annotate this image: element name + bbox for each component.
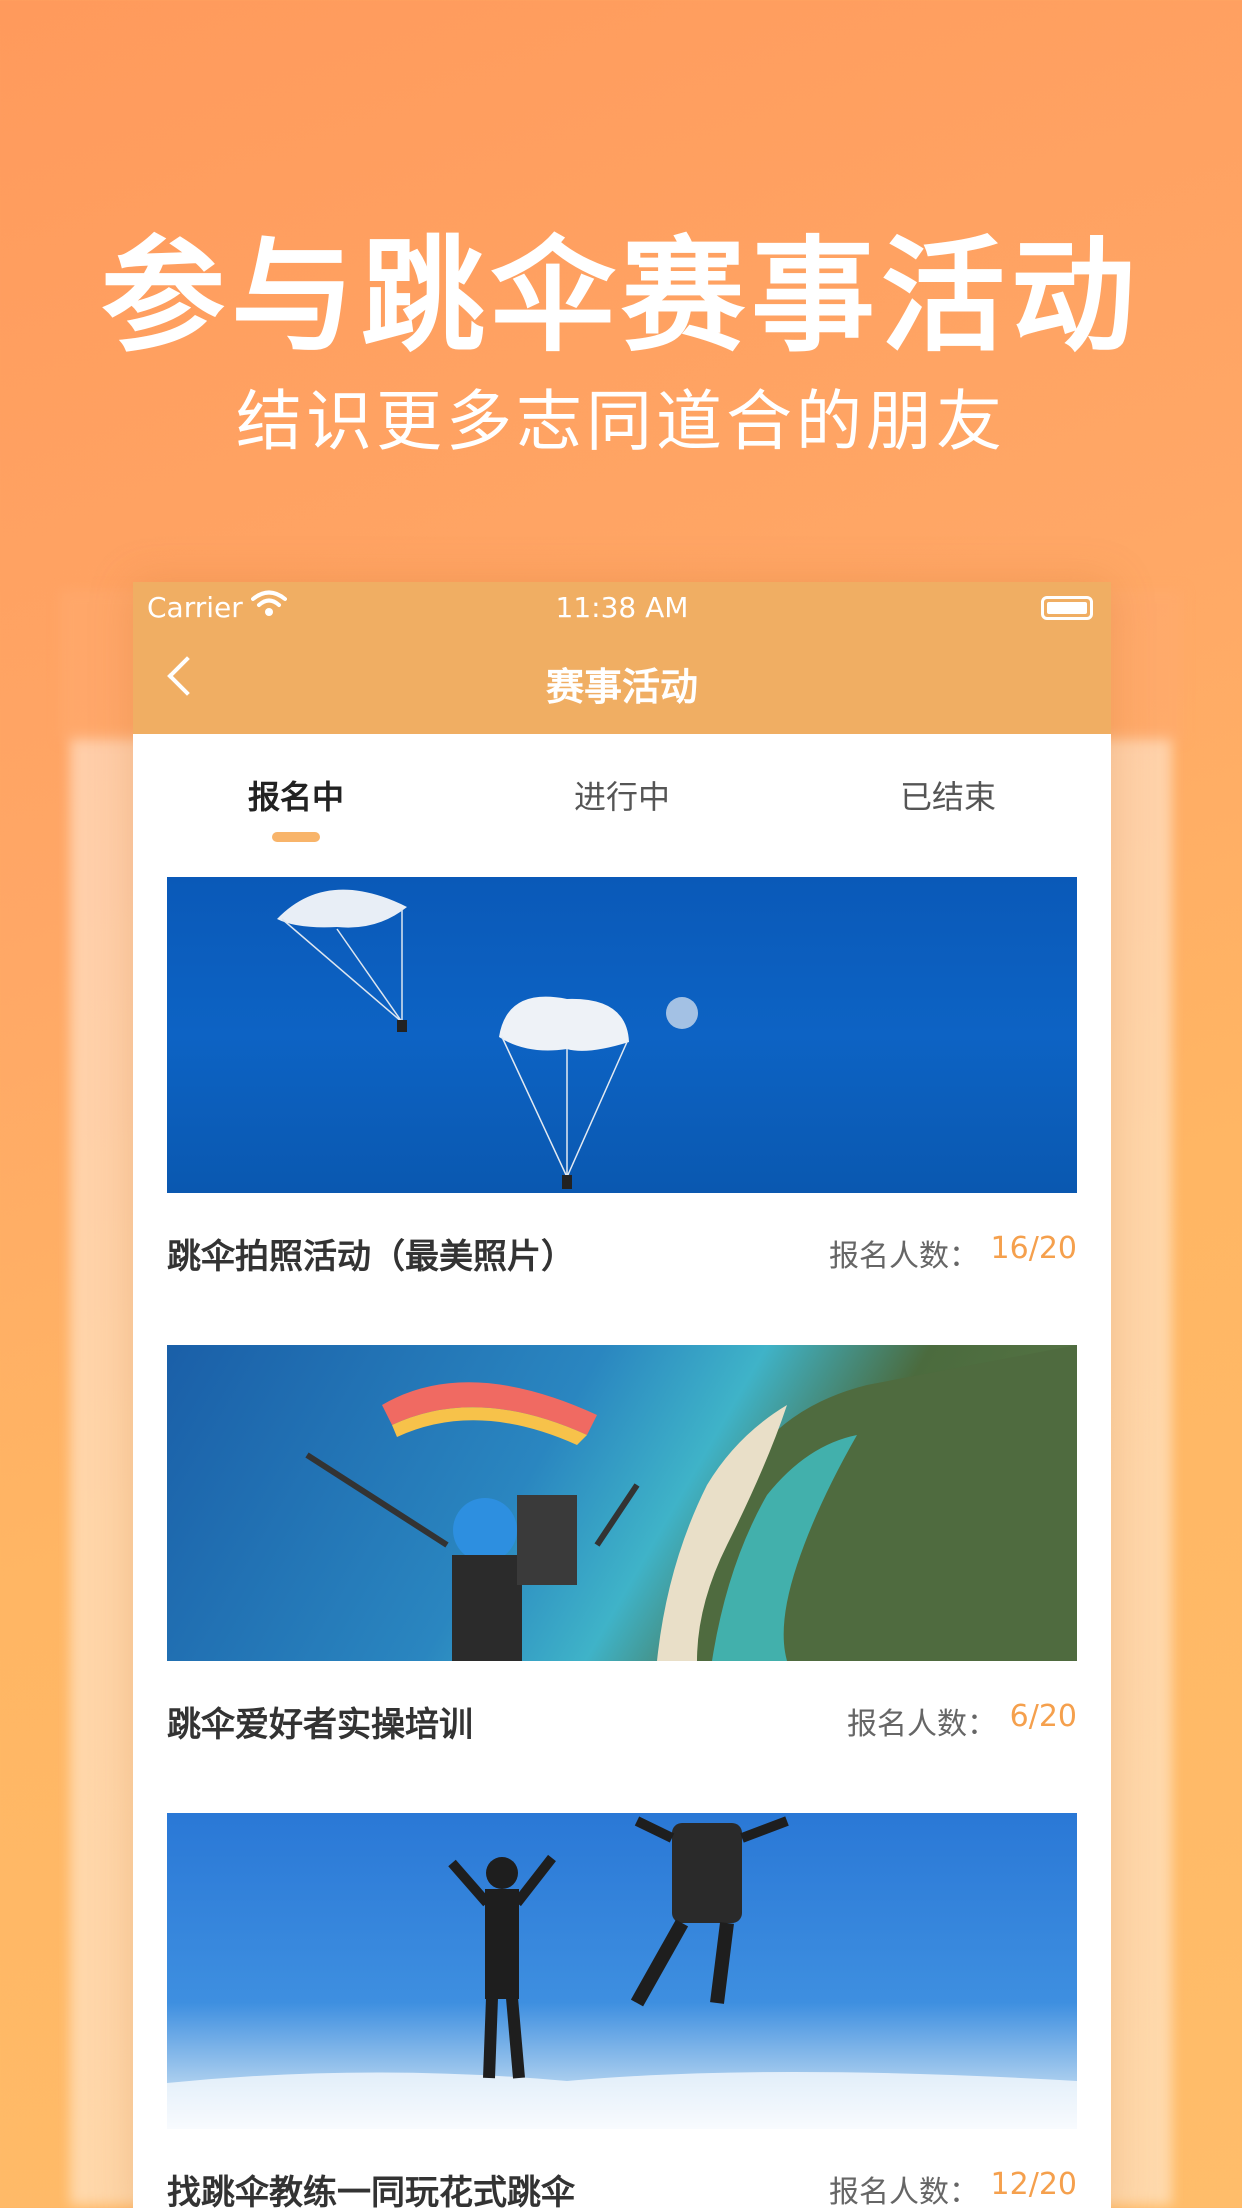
event-title: 跳伞拍照活动（最美照片） [167,1237,575,1277]
tab-ended[interactable]: 已结束 [785,772,1111,818]
event-image [167,877,1077,1193]
navigation-bar: Carrier 11:38 AM 赛事活动 [133,582,1111,734]
event-card[interactable]: 跳伞拍照活动（最美照片） 报名人数： 16/20 [167,877,1077,1303]
event-image [167,1345,1077,1661]
page-title: 赛事活动 [545,665,698,709]
event-title: 找跳伞教练一同玩花式跳伞 [167,2173,575,2208]
battery-icon [1041,596,1093,620]
hero-title: 参与跳伞赛事活动 [100,225,1141,369]
event-image [167,1813,1077,2129]
phone-screen: Carrier 11:38 AM 赛事活动 报名中 进行中 已结束 跳伞拍照活动… [133,582,1111,2208]
status-bar: Carrier 11:38 AM [133,582,1111,632]
event-count: 12/20 [990,2167,1077,2202]
event-card[interactable]: 跳伞爱好者实操培训 报名人数： 6/20 [167,1345,1077,1771]
event-count: 16/20 [990,1231,1077,1266]
status-time: 11:38 AM [555,591,689,624]
event-count-label: 报名人数： [829,1239,979,1274]
event-title: 跳伞爱好者实操培训 [167,1705,473,1745]
active-tab-indicator [272,832,320,842]
hero-subtitle: 结识更多志同道合的朋友 [236,383,1006,460]
tab-registering[interactable]: 报名中 [133,772,459,818]
event-count-label: 报名人数： [829,2175,979,2208]
event-card[interactable]: 找跳伞教练一同玩花式跳伞 报名人数： 12/20 [167,1813,1077,2208]
tab-in-progress[interactable]: 进行中 [459,772,785,818]
tab-bar: 报名中 进行中 已结束 [133,734,1111,858]
event-count: 6/20 [1009,1699,1077,1734]
event-count-label: 报名人数： [847,1707,997,1742]
